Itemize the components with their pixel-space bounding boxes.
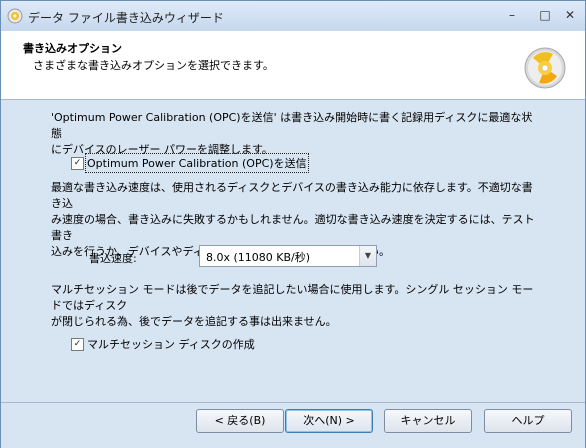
- multisession-description-line: が閉じられる為、後でデータを追記する事は出来ません。: [51, 315, 337, 328]
- chevron-down-icon[interactable]: ▼: [359, 246, 376, 266]
- opc-checkbox-label[interactable]: Optimum Power Calibration (OPC)を送信: [85, 153, 309, 173]
- opc-checkbox[interactable]: ✓: [71, 157, 84, 170]
- page-title: 書き込みオプション: [23, 42, 122, 55]
- title-bar[interactable]: データ ファイル書き込みウィザード – □ ✕: [1, 1, 585, 31]
- multisession-checkbox[interactable]: ✓: [71, 338, 84, 351]
- wizard-window: データ ファイル書き込みウィザード – □ ✕ 書き込みオプション さまざまな書…: [0, 0, 586, 448]
- window-title: データ ファイル書き込みウィザード: [28, 11, 224, 25]
- opc-description-line: 'Optimum Power Calibration (OPC)を送信' は書き…: [51, 111, 533, 140]
- multisession-checkbox-label[interactable]: マルチセッション ディスクの作成: [87, 336, 255, 352]
- page-subtitle: さまざまな書き込みオプションを選択できます。: [33, 59, 274, 72]
- speed-description-line: 最適な書き込み速度は、使用されるディスクとデバイスの書き込み能力に依存します。不…: [51, 181, 533, 210]
- maximize-icon[interactable]: □: [534, 5, 556, 25]
- speed-label: 書込速度:: [89, 252, 137, 265]
- opc-description: 'Optimum Power Calibration (OPC)を送信' は書き…: [51, 110, 541, 158]
- multisession-description-line: マルチセッション モードは後でデータを追記したい場合に使用します。シングル セッ…: [51, 283, 534, 312]
- help-button[interactable]: ヘルプ: [484, 409, 572, 433]
- wizard-header: 書き込みオプション さまざまな書き込みオプションを選択できます。: [1, 31, 585, 100]
- minimize-icon[interactable]: –: [501, 5, 523, 25]
- multisession-description: マルチセッション モードは後でデータを追記したい場合に使用します。シングル セッ…: [51, 282, 541, 330]
- speed-select[interactable]: 8.0x (11080 KB/秒) ▼: [199, 245, 377, 267]
- cd-disc-icon: [524, 47, 566, 89]
- close-icon[interactable]: ✕: [559, 5, 581, 25]
- next-button[interactable]: 次へ(N) >: [285, 409, 373, 433]
- back-button[interactable]: < 戻る(B): [196, 409, 284, 433]
- speed-description-line: み速度の場合、書き込みに失敗するかもしれません。適切な書き込み速度を決定するには…: [51, 213, 535, 242]
- wizard-body: 'Optimum Power Calibration (OPC)を送信' は書き…: [1, 100, 585, 402]
- wizard-footer: < 戻る(B) 次へ(N) > キャンセル ヘルプ: [1, 402, 585, 448]
- app-icon: [7, 8, 23, 24]
- cancel-button[interactable]: キャンセル: [384, 409, 472, 433]
- speed-select-value: 8.0x (11080 KB/秒): [206, 251, 311, 264]
